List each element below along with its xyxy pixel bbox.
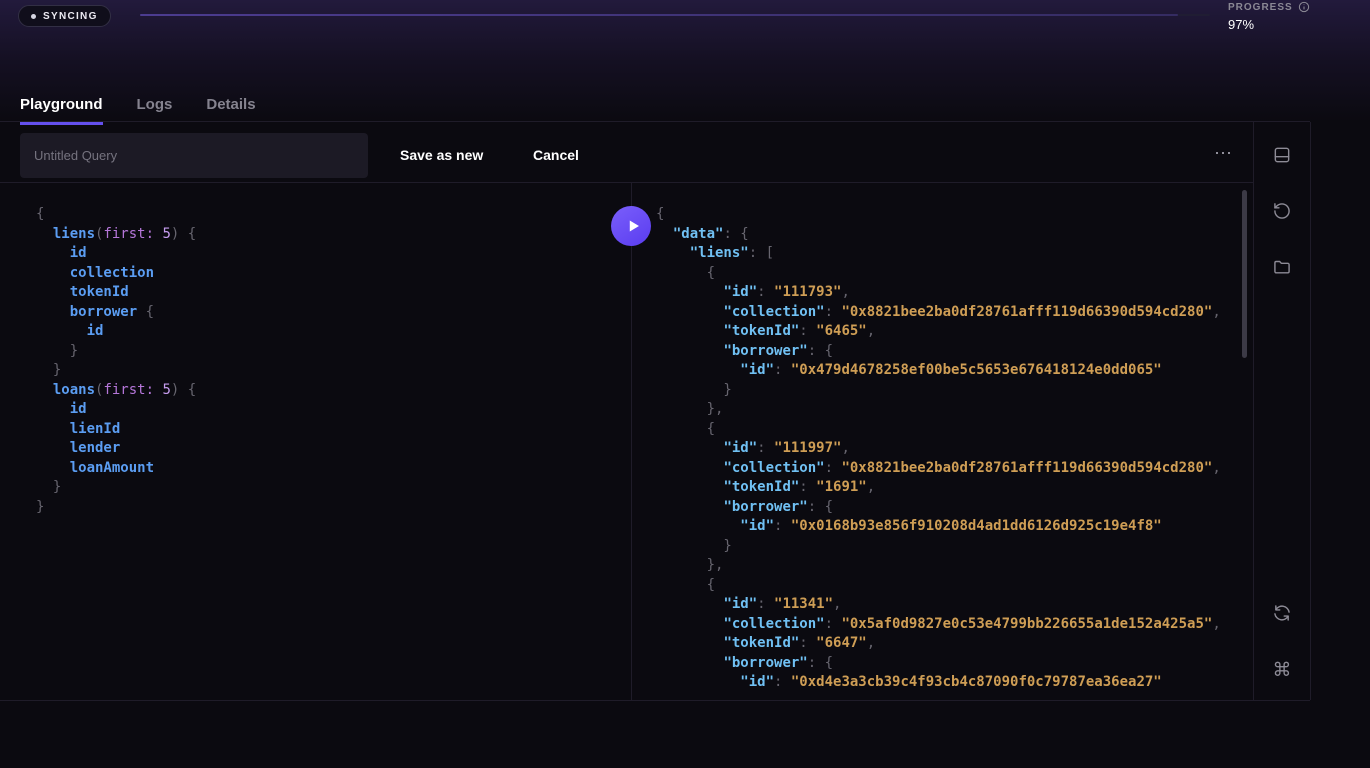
progress-fill xyxy=(140,14,1178,16)
sync-status-label: SYNCING xyxy=(43,11,98,22)
query-editor[interactable]: { liens(first: 5) { id collection tokenI… xyxy=(0,183,631,700)
refresh-icon xyxy=(1272,603,1292,623)
progress-value: 97% xyxy=(1228,17,1310,32)
tab-logs[interactable]: Logs xyxy=(137,96,173,125)
keyboard-shortcuts-button[interactable]: ⌘ xyxy=(1267,655,1297,685)
sidebar-left-divider xyxy=(1253,122,1254,700)
saved-queries-button[interactable] xyxy=(1267,140,1297,170)
results-code: { "data": { "liens": [ { "id": "111793",… xyxy=(656,205,1253,693)
tab-playground[interactable]: Playground xyxy=(20,96,103,125)
bottom-divider xyxy=(0,700,1310,701)
progress-meta: PROGRESS 97% xyxy=(1228,1,1310,32)
more-options-button[interactable]: ⋯ xyxy=(1206,139,1241,168)
cancel-button[interactable]: Cancel xyxy=(531,143,581,167)
results-scrollbar[interactable] xyxy=(1242,190,1247,358)
saved-queries-icon xyxy=(1272,145,1292,165)
sync-status-badge: SYNCING xyxy=(18,5,111,27)
example-queries-button[interactable] xyxy=(1267,252,1297,282)
info-icon[interactable] xyxy=(1298,1,1310,13)
results-pane: { "data": { "liens": [ { "id": "111793",… xyxy=(632,183,1253,700)
sync-dot-icon xyxy=(31,14,36,19)
sidebar-right-divider xyxy=(1310,122,1311,700)
query-history-button[interactable] xyxy=(1267,196,1297,226)
refresh-button[interactable] xyxy=(1267,598,1297,628)
tab-details[interactable]: Details xyxy=(206,96,255,125)
history-icon xyxy=(1272,201,1292,221)
folder-icon xyxy=(1272,257,1292,277)
query-name-input[interactable] xyxy=(20,133,368,178)
run-query-button[interactable] xyxy=(611,206,651,246)
progress-label: PROGRESS xyxy=(1228,2,1293,13)
play-icon xyxy=(622,215,644,237)
query-editor-code: { liens(first: 5) { id collection tokenI… xyxy=(36,205,631,517)
progress-bar xyxy=(140,14,1210,16)
tab-bar: Playground Logs Details xyxy=(20,96,256,125)
save-as-new-button[interactable]: Save as new xyxy=(398,143,485,167)
